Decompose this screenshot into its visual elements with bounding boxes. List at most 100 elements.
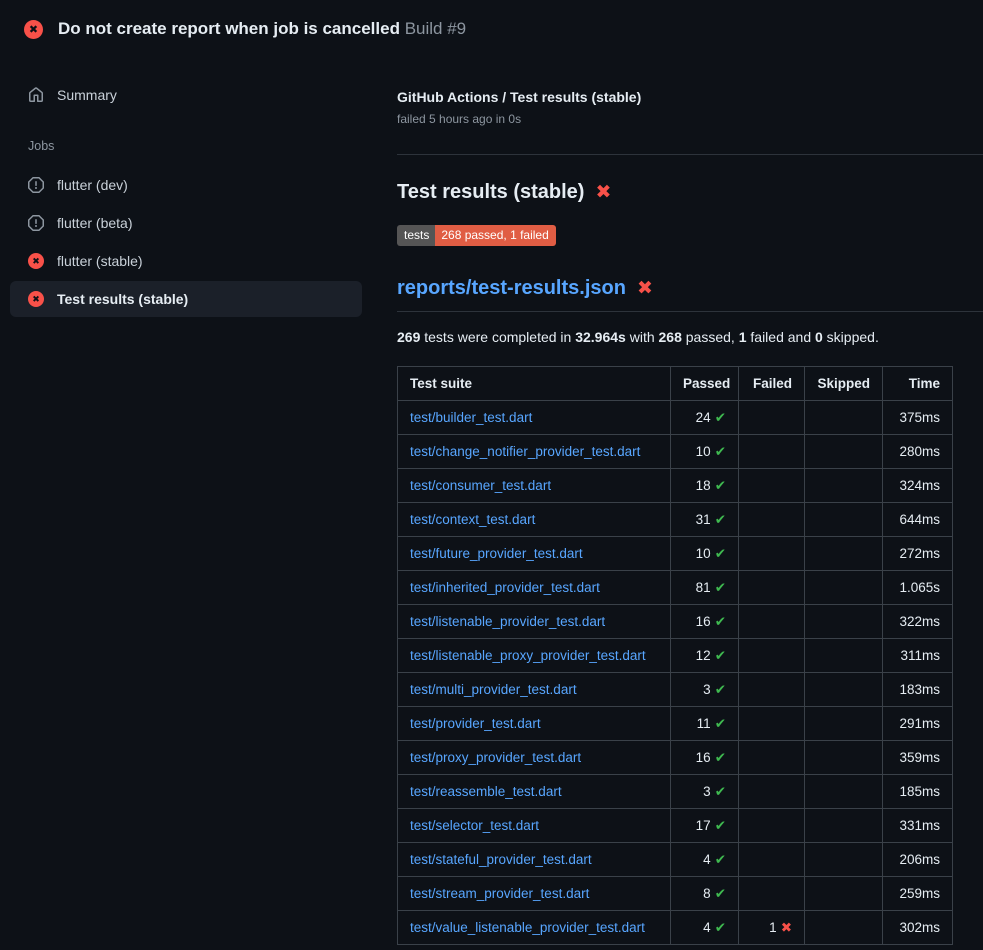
sidebar-item-job[interactable]: flutter (dev) [10, 167, 362, 203]
time-cell: 302ms [883, 911, 953, 945]
test-suite-link[interactable]: test/stateful_provider_test.dart [410, 852, 592, 867]
check-icon: ✔ [715, 682, 726, 697]
passed-cell: 4✔ [671, 911, 739, 945]
sidebar-item-job[interactable]: ✖ Test results (stable) [10, 281, 362, 317]
sidebar: Summary Jobs flutter (dev) flutter (beta)… [0, 53, 385, 319]
skipped-cell [805, 809, 883, 843]
job-label: flutter (dev) [57, 177, 128, 193]
skipped-cell [805, 775, 883, 809]
check-icon: ✔ [715, 648, 726, 663]
report-file-link[interactable]: reports/test-results.json [397, 277, 626, 300]
suite-cell: test/consumer_test.dart [398, 469, 671, 503]
cancelled-status-icon [28, 177, 44, 193]
skipped-cell [805, 435, 883, 469]
passed-cell: 31✔ [671, 503, 739, 537]
table-row: test/listenable_provider_test.dart16✔322… [398, 605, 953, 639]
suite-cell: test/multi_provider_test.dart [398, 673, 671, 707]
column-header: Failed [739, 367, 805, 401]
test-suite-link[interactable]: test/reassemble_test.dart [410, 784, 562, 799]
suite-cell: test/inherited_provider_test.dart [398, 571, 671, 605]
failed-cell [739, 537, 805, 571]
check-icon: ✔ [715, 716, 726, 731]
time-cell: 375ms [883, 401, 953, 435]
time-cell: 644ms [883, 503, 953, 537]
check-icon: ✔ [715, 886, 726, 901]
time-cell: 311ms [883, 639, 953, 673]
failed-status-icon: ✖ [28, 291, 44, 307]
test-suite-link[interactable]: test/context_test.dart [410, 512, 535, 527]
skipped-cell [805, 639, 883, 673]
skipped-cell [805, 503, 883, 537]
suite-cell: test/stream_provider_test.dart [398, 877, 671, 911]
check-icon: ✔ [715, 750, 726, 765]
suite-cell: test/context_test.dart [398, 503, 671, 537]
time-cell: 359ms [883, 741, 953, 775]
skipped-cell [805, 571, 883, 605]
passed-cell: 16✔ [671, 741, 739, 775]
test-suite-link[interactable]: test/inherited_provider_test.dart [410, 580, 600, 595]
section-title: Test results (stable) ✖ [397, 181, 983, 204]
jobs-section-label: Jobs [0, 139, 385, 153]
failed-cell [739, 469, 805, 503]
test-results-table: Test suitePassedFailedSkippedTime test/b… [397, 366, 953, 945]
passed-cell: 4✔ [671, 843, 739, 877]
skipped-cell [805, 673, 883, 707]
failed-cell [739, 673, 805, 707]
table-header-row: Test suitePassedFailedSkippedTime [398, 367, 953, 401]
passed-cell: 16✔ [671, 605, 739, 639]
table-row: test/context_test.dart 31✔ 644ms [398, 503, 953, 537]
suite-cell: test/listenable_proxy_provider_test.dart [398, 639, 671, 673]
skipped-cell [805, 741, 883, 775]
sidebar-item-job[interactable]: flutter (beta) [10, 205, 362, 241]
table-row: test/stream_provider_test.dart8✔259ms [398, 877, 953, 911]
cancelled-status-icon [28, 215, 44, 231]
test-suite-link[interactable]: test/future_provider_test.dart [410, 546, 583, 561]
test-suite-link[interactable]: test/value_listenable_provider_test.dart [410, 920, 645, 935]
build-number: Build #9 [405, 19, 466, 38]
time-cell: 272ms [883, 537, 953, 571]
table-row: test/future_provider_test.dart10✔272ms [398, 537, 953, 571]
main-content: GitHub Actions / Test results (stable) f… [385, 53, 983, 945]
suite-cell: test/listenable_provider_test.dart [398, 605, 671, 639]
test-suite-link[interactable]: test/selector_test.dart [410, 818, 539, 833]
check-icon: ✔ [715, 784, 726, 799]
test-suite-link[interactable]: test/builder_test.dart [410, 410, 532, 425]
time-cell: 185ms [883, 775, 953, 809]
table-row: test/stateful_provider_test.dart4✔206ms [398, 843, 953, 877]
skipped-cell [805, 911, 883, 945]
skipped-cell [805, 469, 883, 503]
test-suite-link[interactable]: test/consumer_test.dart [410, 478, 551, 493]
test-suite-link[interactable]: test/multi_provider_test.dart [410, 682, 577, 697]
test-suite-link[interactable]: test/listenable_proxy_provider_test.dart [410, 648, 646, 663]
test-suite-link[interactable]: test/change_notifier_provider_test.dart [410, 444, 640, 459]
failed-x-icon: ✖ [637, 279, 653, 298]
failed-cell [739, 503, 805, 537]
failed-cell [739, 877, 805, 911]
time-cell: 259ms [883, 877, 953, 911]
test-suite-link[interactable]: test/provider_test.dart [410, 716, 541, 731]
test-suite-link[interactable]: test/proxy_provider_test.dart [410, 750, 581, 765]
badge-label: tests [397, 225, 435, 246]
test-suite-link[interactable]: test/listenable_provider_test.dart [410, 614, 605, 629]
job-label: flutter (stable) [57, 253, 143, 269]
failed-cell [739, 775, 805, 809]
suite-cell: test/selector_test.dart [398, 809, 671, 843]
page-title: Do not create report when job is cancell… [58, 19, 466, 39]
page-header: ✖ Do not create report when job is cance… [0, 0, 983, 53]
sidebar-summary-label: Summary [57, 87, 117, 103]
job-label: Test results (stable) [57, 291, 188, 307]
table-row: test/value_listenable_provider_test.dart… [398, 911, 953, 945]
suite-cell: test/provider_test.dart [398, 707, 671, 741]
skipped-cell [805, 537, 883, 571]
suite-cell: test/reassemble_test.dart [398, 775, 671, 809]
column-header: Skipped [805, 367, 883, 401]
failed-cell [739, 843, 805, 877]
passed-cell: 10✔ [671, 435, 739, 469]
time-cell: 331ms [883, 809, 953, 843]
sidebar-item-job[interactable]: ✖flutter (stable) [10, 243, 362, 279]
passed-cell: 24✔ [671, 401, 739, 435]
passed-cell: 3✔ [671, 775, 739, 809]
skipped-cell [805, 877, 883, 911]
sidebar-item-summary[interactable]: Summary [10, 77, 362, 113]
test-suite-link[interactable]: test/stream_provider_test.dart [410, 886, 589, 901]
